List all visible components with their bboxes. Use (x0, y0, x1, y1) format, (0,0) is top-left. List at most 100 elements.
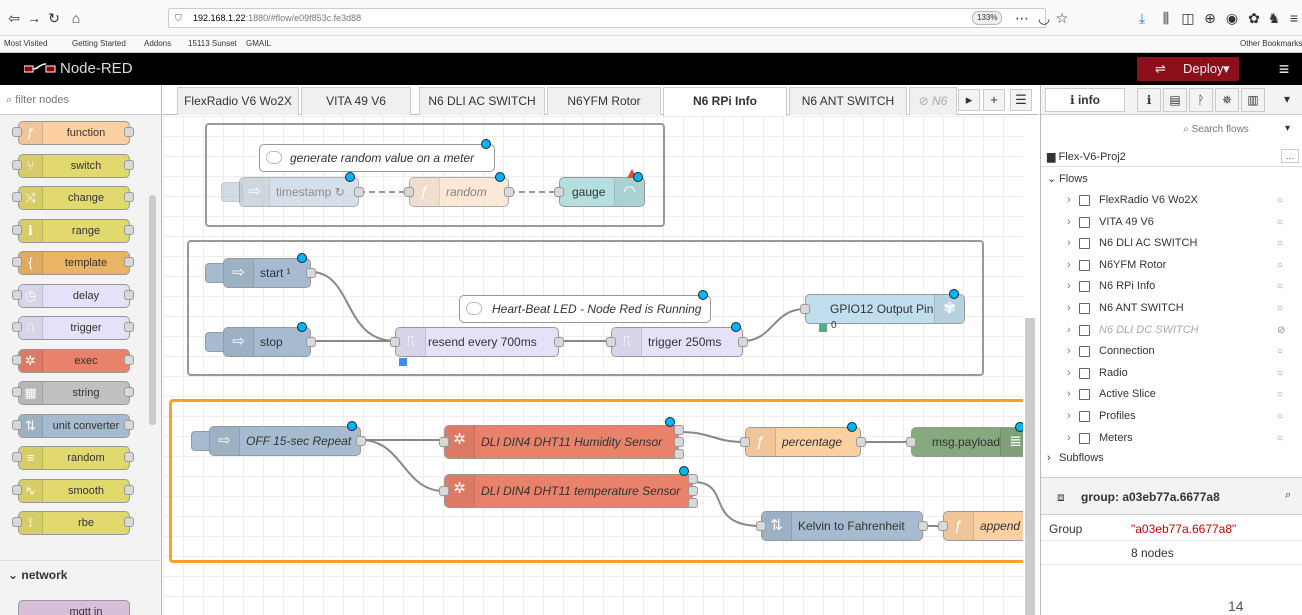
flow-tree-item[interactable]: › N6 ANT SWITCH ○ (1041, 298, 1302, 319)
main-menu-icon[interactable]: ≡ (1270, 57, 1298, 81)
output-port[interactable] (354, 187, 364, 197)
bookmark-most-visited[interactable]: Most Visited (4, 39, 47, 48)
category-network[interactable]: ⌄ network (0, 560, 161, 589)
tab-n6-dli-ac-switch[interactable]: N6 DLI AC SWITCH (419, 87, 545, 115)
back-icon[interactable]: ⇦ (4, 8, 24, 28)
palette-node-unit-converter[interactable]: ⇅ unit converter (18, 413, 130, 438)
tab-scroll-right-icon[interactable]: ▸ (958, 89, 980, 111)
flows-header[interactable]: ⌄ Flows (1041, 169, 1302, 190)
comment-node[interactable]: generate random value on a meter (259, 144, 495, 172)
function-node-append-f[interactable]: ƒ append F (943, 511, 1023, 541)
zoom-level[interactable]: 133% (972, 11, 1003, 25)
bookmark-star-icon[interactable]: ☆ (1052, 8, 1072, 28)
flow-tree-item[interactable]: › Meters ○ (1041, 428, 1302, 449)
subflows-header[interactable]: › Subflows (1041, 448, 1302, 469)
output-port[interactable] (688, 486, 698, 496)
input-port[interactable] (740, 437, 750, 447)
flow-tree-item[interactable]: › Connection ○ (1041, 341, 1302, 362)
tab-vita-49-v6[interactable]: VITA 49 V6 (301, 87, 411, 115)
input-port[interactable] (800, 304, 810, 314)
reload-icon[interactable]: ↻ (44, 8, 64, 28)
project-history-icon[interactable]: ᚹ (1189, 88, 1213, 112)
tab-n6[interactable]: ⊘ N6 (909, 87, 957, 115)
palette-node-string[interactable]: ▦ string (18, 381, 130, 405)
flow-tree-item[interactable]: › Radio ○ (1041, 363, 1302, 384)
info-tab-icon[interactable]: ℹ (1137, 88, 1161, 112)
zoom-search-icon[interactable]: ⌕ (1285, 489, 1291, 502)
flow-tree-item[interactable]: › N6 DLI DC SWITCH ⊘ (1041, 320, 1302, 341)
output-port[interactable] (688, 498, 698, 508)
output-port[interactable] (688, 474, 698, 484)
output-port[interactable] (306, 337, 316, 347)
pocket-icon[interactable]: ◡ (1034, 8, 1054, 28)
tab-info[interactable]: ℹ info (1045, 88, 1125, 112)
debug-node-msg-payload[interactable]: msg.payload ≣ (911, 427, 1023, 457)
flow-tree-item[interactable]: › Profiles ○ (1041, 406, 1302, 427)
tab-n6-rpi-info[interactable]: N6 RPi Info (663, 87, 787, 116)
inject-node-timestamp[interactable]: ⇨ timestamp ↻ (239, 177, 359, 207)
output-port[interactable] (306, 268, 316, 278)
chevron-down-icon[interactable]: ▾ (1223, 57, 1230, 81)
palette-node-rbe[interactable]: ⟟ rbe (18, 511, 130, 535)
input-port[interactable] (404, 187, 414, 197)
bookmark-gmail[interactable]: GMAIL (246, 39, 271, 48)
output-port[interactable] (504, 187, 514, 197)
function-node-random[interactable]: ƒ random (409, 177, 509, 207)
extension2-icon[interactable]: ◉ (1222, 8, 1242, 28)
tab-flexradio-v6-wo2x[interactable]: FlexRadio V6 Wo2X (177, 87, 299, 115)
deploy-button[interactable]: ⇌ Deploy ▾ (1137, 57, 1239, 81)
trigger-node-250ms[interactable]: ⎍ trigger 250ms (611, 327, 743, 357)
sidebar-icon[interactable]: ◫ (1178, 8, 1198, 28)
palette-node-random[interactable]: ≡ random (18, 446, 130, 470)
flow-tree-item[interactable]: › N6YFM Rotor ○ (1041, 255, 1302, 276)
output-port[interactable] (674, 449, 684, 459)
function-node-percentage[interactable]: ƒ percentage (745, 427, 861, 457)
palette-node-mqtt-in[interactable]: mqtt in (18, 600, 130, 615)
debug-bug-icon[interactable]: ✵ (1215, 88, 1239, 112)
output-port[interactable] (356, 436, 366, 446)
output-port[interactable] (674, 425, 684, 435)
search-flows-input[interactable]: ⌕ Search flows (1141, 120, 1291, 140)
input-port[interactable] (938, 521, 948, 531)
url-bar[interactable]: ⛉ 192.168.1.22:1880/#flow/e09f853c.fe3d8… (168, 8, 1046, 28)
flow-list-icon[interactable]: ☰ (1010, 89, 1032, 111)
palette-node-switch[interactable]: ⑂ switch (18, 153, 130, 178)
inject-node-stop[interactable]: ⇨ stop (223, 327, 311, 357)
palette-node-function[interactable]: ƒ function (18, 121, 130, 145)
exec-node-humidity[interactable]: ✲ DLI DIN4 DHT11 Humidity Sensor (444, 425, 679, 459)
output-port[interactable] (674, 437, 684, 447)
inject-node-start[interactable]: ⇨ start ¹ (223, 258, 311, 288)
project-row[interactable]: ▆ Flex-V6-Proj2 (1041, 147, 1302, 167)
input-port[interactable] (439, 437, 449, 447)
palette-node-smooth[interactable]: ∿ smooth (18, 478, 130, 503)
flow-tree-item[interactable]: › Active Slice ○ (1041, 384, 1302, 405)
palette-node-template[interactable]: {template (18, 251, 130, 275)
help-book-icon[interactable]: ▤ (1163, 88, 1187, 112)
input-port[interactable] (554, 187, 564, 197)
tab-n6-ant-switch[interactable]: N6 ANT SWITCH (789, 87, 907, 115)
flow-tree-item[interactable]: › N6 RPi Info ○ (1041, 276, 1302, 297)
dashboard-chart-icon[interactable]: ▥ (1241, 88, 1265, 112)
output-port[interactable] (738, 337, 748, 347)
comment-node[interactable]: Heart-Beat LED - Node Red is Running (459, 295, 711, 323)
palette-scrollbar[interactable] (149, 195, 156, 425)
workspace-scrollbar[interactable] (1025, 318, 1035, 615)
exec-node-temperature[interactable]: ✲ DLI DIN4 DHT11 temperature Sensor (444, 474, 693, 508)
input-port[interactable] (606, 337, 616, 347)
other-bookmarks[interactable]: Other Bookmarks (1240, 39, 1302, 48)
palette-node-exec[interactable]: ✲ exec (18, 348, 130, 373)
input-port[interactable] (390, 337, 400, 347)
flow-tree-item[interactable]: › N6 DLI AC SWITCH ○ (1041, 233, 1302, 254)
gpio-output-node[interactable]: GPIO12 Output Pin ✾ (805, 294, 965, 324)
page-actions-icon[interactable]: ⋯ (1012, 8, 1032, 28)
palette-node-change[interactable]: ⤨ change (18, 186, 130, 210)
palette-node-delay[interactable]: ◷ delay (18, 283, 130, 308)
flow-tree-item[interactable]: › FlexRadio V6 Wo2X ○ (1041, 190, 1302, 211)
output-port[interactable] (856, 437, 866, 447)
search-dropdown-icon[interactable]: ▾ (1285, 123, 1290, 134)
input-port[interactable] (439, 486, 449, 496)
extension3-icon[interactable]: ✿ (1244, 8, 1264, 28)
input-port[interactable] (756, 521, 766, 531)
palette-node-range[interactable]: ℹ range (18, 218, 130, 243)
flow-group[interactable] (205, 123, 665, 227)
